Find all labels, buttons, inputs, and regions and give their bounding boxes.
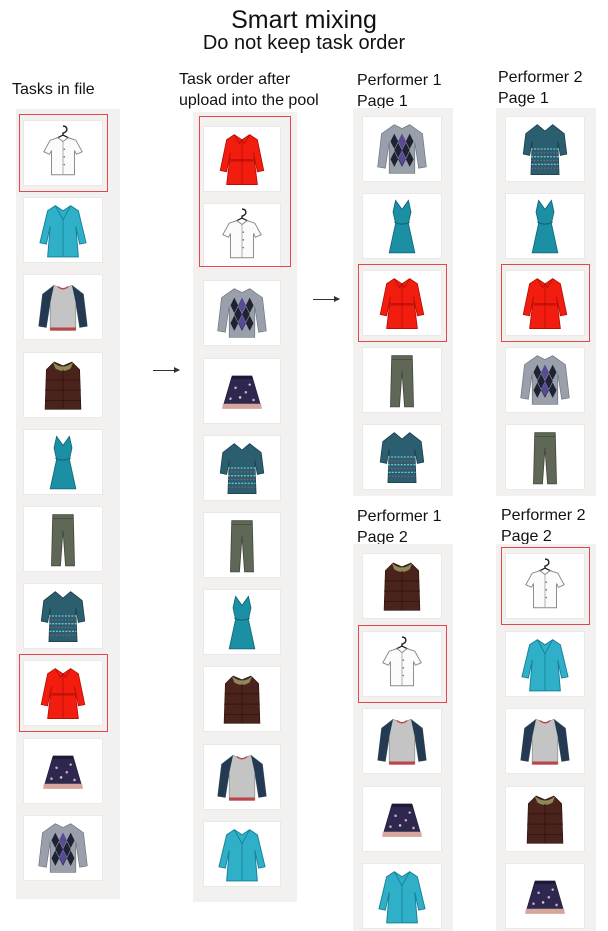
performer2-page2-label: Performer 2 Page 2 (501, 507, 586, 545)
task-card-puffer-vest (23, 351, 103, 418)
task-card-floral-skirt (23, 737, 103, 804)
arrow-to-pool (153, 367, 180, 373)
task-card-floral-skirt (362, 785, 442, 852)
task-card-raglan-sweater (23, 274, 103, 341)
task-card-patterned-tunic (23, 583, 103, 650)
task-card-teal-coat (23, 197, 103, 264)
pool-order-label: Task order after upload into the pool (179, 71, 319, 109)
task-card-raglan-sweater (203, 743, 281, 810)
task-card-argyle-sweater (505, 347, 585, 413)
task-card-argyle-sweater (203, 280, 281, 347)
task-card-argyle-sweater (362, 116, 442, 182)
task-card-floral-skirt (203, 357, 281, 424)
diagram-subtitle: Do not keep task order (202, 32, 406, 54)
task-card-puffer-vest (203, 666, 281, 733)
task-card-white-shirt (362, 630, 442, 697)
task-card-red-coat (362, 270, 442, 336)
task-card-gray-pants (505, 424, 585, 490)
task-card-white-shirt (203, 203, 281, 270)
task-card-patterned-tunic (362, 424, 442, 490)
task-card-floral-skirt (505, 863, 585, 929)
arrow-to-performers (313, 296, 340, 302)
task-card-teal-coat (362, 863, 442, 929)
task-card-teal-coat (203, 820, 281, 887)
task-card-raglan-sweater (362, 708, 442, 774)
task-card-argyle-sweater (23, 814, 103, 881)
tasks-in-file-label: Tasks in file (12, 81, 95, 98)
task-card-teal-dress (362, 193, 442, 259)
performer2-page1-label: Performer 2 Page 1 (498, 69, 583, 107)
task-card-raglan-sweater (505, 708, 585, 774)
performer1-page1-label: Performer 1 Page 1 (357, 72, 442, 110)
task-card-puffer-vest (362, 553, 442, 619)
task-card-patterned-tunic (203, 434, 281, 501)
performer1-page2-label: Performer 1 Page 2 (357, 508, 442, 546)
task-card-teal-dress (203, 589, 281, 656)
task-card-white-shirt (505, 553, 585, 619)
task-card-teal-dress (23, 428, 103, 495)
task-card-gray-pants (23, 506, 103, 572)
task-card-gray-pants (203, 512, 281, 578)
task-card-teal-coat (505, 630, 585, 697)
task-card-red-coat (203, 126, 281, 192)
task-card-gray-pants (362, 347, 442, 413)
diagram-title: Smart mixing (231, 6, 377, 34)
task-card-patterned-tunic (505, 116, 585, 182)
task-card-white-shirt (23, 120, 103, 186)
task-card-teal-dress (505, 193, 585, 259)
task-card-red-coat (505, 270, 585, 336)
task-card-puffer-vest (505, 785, 585, 852)
task-card-red-coat (23, 660, 103, 727)
